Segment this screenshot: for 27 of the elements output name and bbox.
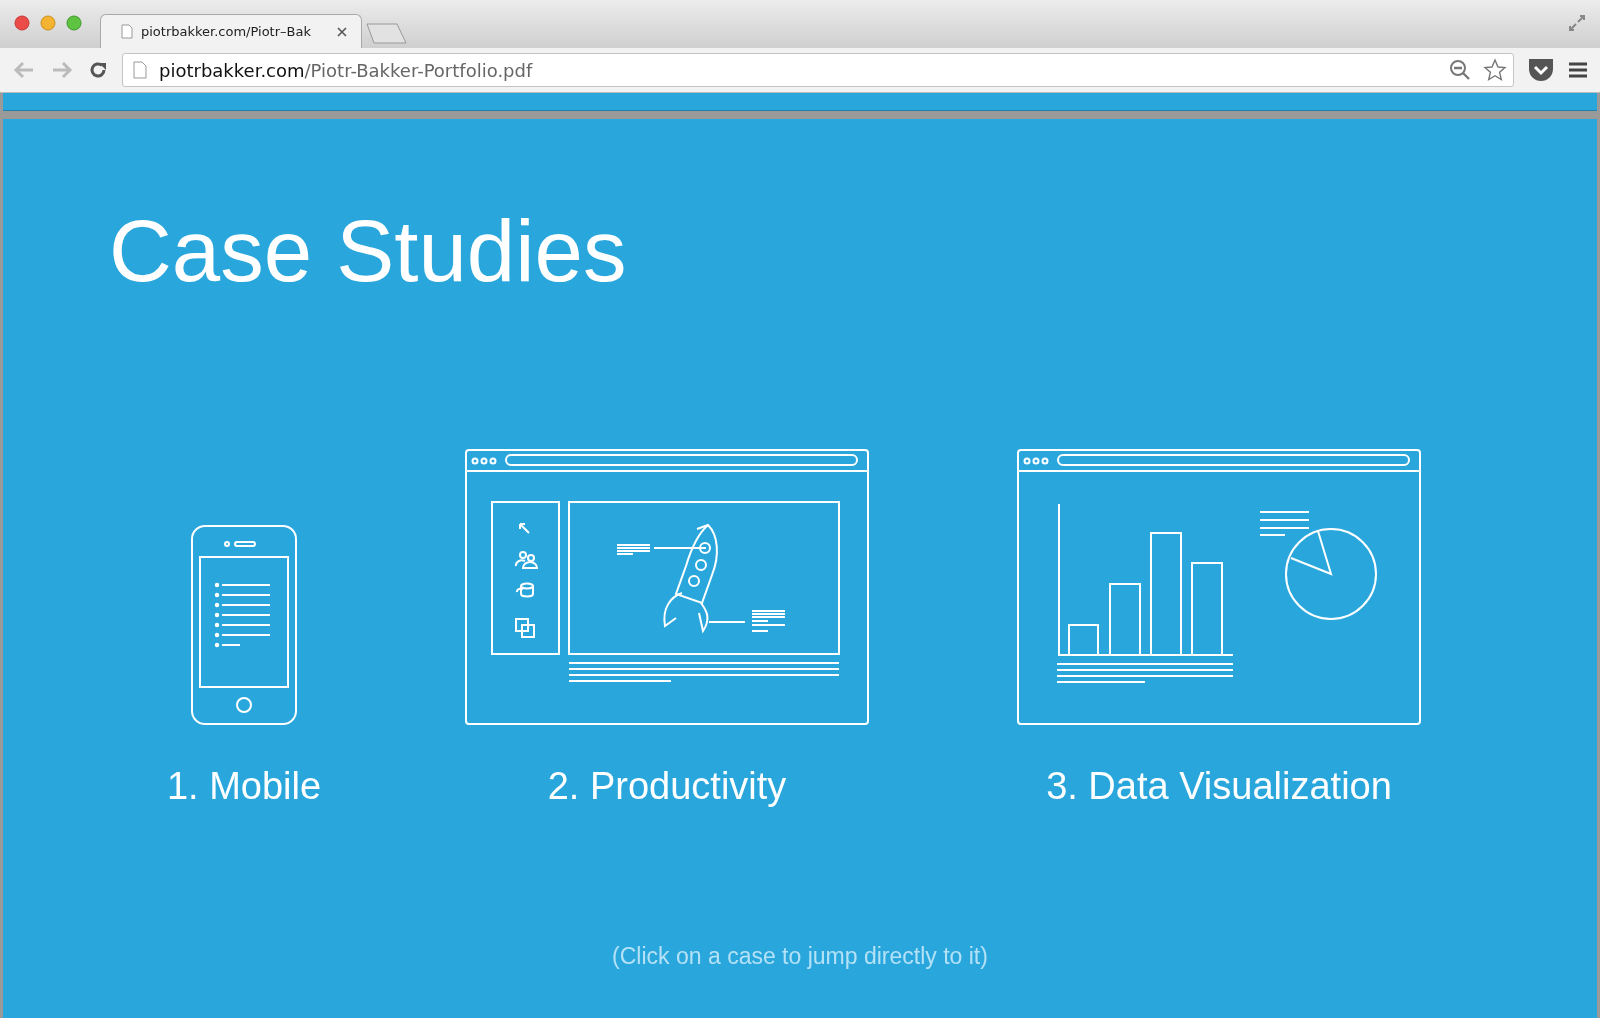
minimize-window-icon[interactable] — [40, 15, 56, 31]
close-window-icon[interactable] — [14, 15, 30, 31]
fullscreen-icon[interactable] — [1568, 14, 1586, 32]
case-link[interactable]: 2. Productivity — [547, 765, 787, 808]
forward-icon[interactable] — [50, 60, 74, 80]
address-bar[interactable]: piotrbakker.com/Piotr-Bakker-Portfolio.pdf — [122, 53, 1514, 87]
zoom-window-icon[interactable] — [66, 15, 82, 31]
app-window-drawing[interactable] — [465, 449, 869, 725]
hint-text: (Click on a case to jump directly to it) — [611, 943, 989, 970]
zoom-out-icon[interactable] — [1449, 59, 1471, 81]
document-icon — [121, 24, 133, 39]
menu-icon[interactable] — [1568, 61, 1588, 79]
document-icon — [133, 61, 147, 79]
page-heading: Case Studies — [109, 207, 628, 294]
case-link[interactable]: 3. Data Visualization — [1046, 765, 1392, 808]
case-link[interactable]: 1. Mobile — [166, 765, 322, 808]
reload-icon[interactable] — [88, 60, 108, 80]
close-icon[interactable] — [337, 26, 347, 37]
phone-drawing[interactable] — [191, 525, 297, 725]
new-tab-button[interactable] — [366, 22, 408, 44]
browser-tab[interactable]: piotrbakker.com/Piotr–Bak — [100, 14, 362, 48]
tab-title: piotrbakker.com/Piotr–Bak — [141, 24, 312, 39]
url-text: piotrbakker.com/Piotr-Bakker-Portfolio.pdf — [159, 59, 534, 81]
star-icon[interactable] — [1483, 58, 1507, 82]
dashboard-drawing[interactable] — [1017, 449, 1421, 725]
pocket-icon[interactable] — [1528, 58, 1554, 82]
back-icon[interactable] — [12, 60, 36, 80]
